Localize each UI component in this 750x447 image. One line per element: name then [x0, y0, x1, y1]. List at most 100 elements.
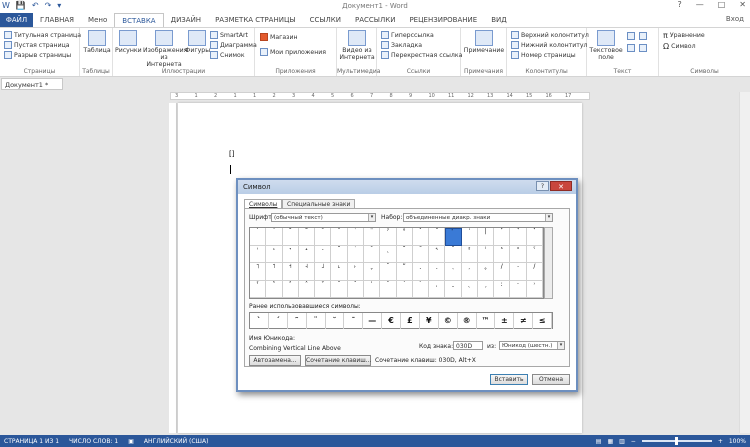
symbol-cell[interactable]: ˲ — [461, 263, 478, 281]
symbol-cell[interactable]: ˉ — [380, 280, 397, 298]
symbol-cell[interactable]: ˥ — [250, 263, 267, 281]
recent-symbol-cell[interactable]: ≠ — [514, 313, 534, 329]
char-code-input[interactable]: 030D — [453, 341, 483, 350]
tab-review[interactable]: РЕЦЕНЗИРОВАНИЕ — [402, 13, 484, 27]
symbol-cell[interactable]: ː — [494, 280, 511, 298]
symbol-cell[interactable]: ˺ — [510, 228, 527, 246]
symbol-cell[interactable]: ˮ — [396, 263, 413, 281]
online-video-button[interactable]: Видео из Интернета — [339, 30, 375, 61]
signature-line-button[interactable] — [639, 44, 647, 52]
symbol-cell[interactable]: ˘ — [282, 228, 299, 246]
document-tab[interactable]: Документ1 * — [1, 78, 63, 90]
web-layout-icon[interactable]: ▥ — [619, 438, 625, 445]
tab-meno[interactable]: Мено — [81, 13, 114, 27]
symbol-cell[interactable]: ˺ — [526, 228, 543, 246]
shortcut-key-button[interactable]: Сочетание клавиш... — [305, 355, 371, 366]
symbol-cell[interactable]: ˀ — [380, 228, 397, 246]
symbol-cell[interactable]: / — [494, 263, 511, 281]
symbol-cell[interactable]: ˌ — [429, 280, 446, 298]
tab-file[interactable]: ФАЙЛ — [0, 13, 33, 27]
subset-select[interactable]: объединенные диакр. знаки ▾ — [403, 213, 553, 222]
proofing-icon[interactable]: ▣ — [128, 438, 134, 445]
symbol-cell[interactable]: ˞ — [429, 245, 446, 263]
recent-symbol-cell[interactable]: ≤ — [533, 313, 552, 329]
symbol-cell[interactable]: ˳ — [477, 263, 495, 281]
symbol-cell[interactable]: ˟ — [445, 245, 462, 263]
cancel-button[interactable]: Отмена — [532, 374, 570, 385]
chart-button[interactable]: Диаграмма — [210, 41, 257, 49]
recent-symbol-cell[interactable]: ˘ — [326, 313, 345, 329]
my-apps-button[interactable]: Мои приложения — [260, 48, 326, 56]
smartart-button[interactable]: SmartArt — [210, 31, 248, 39]
tab-references[interactable]: ССЫЛКИ — [303, 13, 348, 27]
symbol-cell[interactable]: ˕ — [282, 245, 299, 263]
symbol-cell[interactable]: ˚ — [363, 245, 381, 263]
symbol-cell[interactable]: ˉ — [331, 228, 348, 246]
symbol-cell[interactable]: | — [477, 228, 495, 246]
symbol-cell[interactable]: ˝ — [412, 245, 430, 263]
cover-page-button[interactable]: Титульная страница — [4, 31, 81, 39]
symbol-cell[interactable]: ˛ — [380, 245, 397, 263]
symbol-cell[interactable]: ˩ — [315, 263, 332, 281]
pictures-button[interactable]: Рисунки — [115, 30, 142, 54]
tab-view[interactable]: ВИД — [484, 13, 514, 27]
header-button[interactable]: Верхний колонтитул — [511, 31, 589, 39]
recent-symbol-cell[interactable]: ® — [458, 313, 477, 329]
screenshot-button[interactable]: Снимок — [210, 51, 245, 59]
symbol-cell[interactable]: / — [526, 263, 543, 281]
recent-symbol-cell[interactable]: ˜ — [288, 313, 307, 329]
symbol-button[interactable]: Ω Символ — [663, 42, 696, 51]
symbol-cell[interactable]: ˊ — [396, 280, 413, 298]
symbol-cell[interactable]: ˢ — [494, 245, 511, 263]
text-box-button[interactable]: Текстовое поле — [589, 30, 623, 61]
sign-in-link[interactable]: Вход — [726, 15, 744, 23]
symbol-cell[interactable]: ˣ — [510, 245, 527, 263]
symbol-cell[interactable]: ˅ — [315, 280, 332, 298]
symbol-cell[interactable]: ˦ — [266, 263, 283, 281]
zoom-out-icon[interactable]: − — [631, 438, 636, 445]
save-icon[interactable]: 💾 — [16, 1, 26, 10]
recent-symbol-cell[interactable]: ¥ — [420, 313, 439, 329]
page-number-button[interactable]: Номер страницы — [511, 51, 576, 59]
symbol-cell[interactable]: ˖ — [298, 245, 316, 263]
symbol-cell[interactable]: ˑ — [510, 280, 527, 298]
zoom-slider-thumb[interactable] — [674, 437, 678, 445]
symbol-cell[interactable]: ˡ — [477, 245, 495, 263]
symbol-cell[interactable]: ˈ — [363, 280, 381, 298]
recent-symbol-cell[interactable]: £ — [401, 313, 420, 329]
dialog-close-button[interactable]: ✕ — [550, 181, 572, 191]
tab-design[interactable]: ДИЗАЙН — [164, 13, 208, 27]
symbol-cell[interactable]: ˜ — [298, 228, 316, 246]
store-button[interactable]: Магазин — [260, 33, 298, 41]
symbol-cell[interactable]: ˈ — [461, 228, 478, 246]
symbol-cell[interactable]: ˃ — [282, 280, 299, 298]
cross-reference-button[interactable]: Перекрестная ссылка — [381, 51, 462, 59]
symbol-cell[interactable]: ° — [396, 228, 413, 246]
dialog-help-button[interactable]: ? — [536, 181, 549, 191]
read-mode-icon[interactable]: ▤ — [596, 438, 602, 445]
zoom-slider[interactable] — [641, 437, 712, 445]
undo-icon[interactable]: ↶ — [32, 1, 39, 10]
quick-parts-button[interactable] — [627, 32, 635, 40]
word-count[interactable]: ЧИСЛО СЛОВ: 1 — [69, 438, 118, 445]
recent-symbol-cell[interactable]: € — [382, 313, 401, 329]
shapes-button[interactable]: Фигуры — [185, 30, 210, 54]
tab-mailings[interactable]: РАССЫЛКИ — [348, 13, 402, 27]
symbol-cell[interactable]: ˭ — [380, 263, 397, 281]
from-select[interactable]: Юникод (шестн.) ▾ — [499, 341, 565, 350]
symbol-cell[interactable]: ˇ — [347, 280, 364, 298]
equation-button[interactable]: π Уравнение — [663, 31, 705, 40]
symbol-cell[interactable]: ˨ — [298, 263, 316, 281]
recent-symbol-cell[interactable]: ˉ — [344, 313, 364, 329]
symbol-cell[interactable]: ̉ — [445, 228, 462, 246]
recent-symbol-cell[interactable]: ¨ — [307, 313, 326, 329]
help-icon[interactable]: ? — [677, 0, 681, 9]
symbol-cell[interactable]: ˄ — [298, 280, 316, 298]
recent-symbol-cell[interactable]: ™ — [477, 313, 496, 329]
symbol-cell[interactable]: ˋ — [412, 280, 430, 298]
redo-icon[interactable]: ↷ — [45, 1, 52, 10]
symbol-cell[interactable]: ˹ — [494, 228, 511, 246]
page-count[interactable]: СТРАНИЦА 1 ИЗ 1 — [4, 438, 59, 445]
autocorrect-button[interactable]: Автозамена... — [249, 355, 301, 366]
recent-symbol-cell[interactable]: ± — [495, 313, 515, 329]
